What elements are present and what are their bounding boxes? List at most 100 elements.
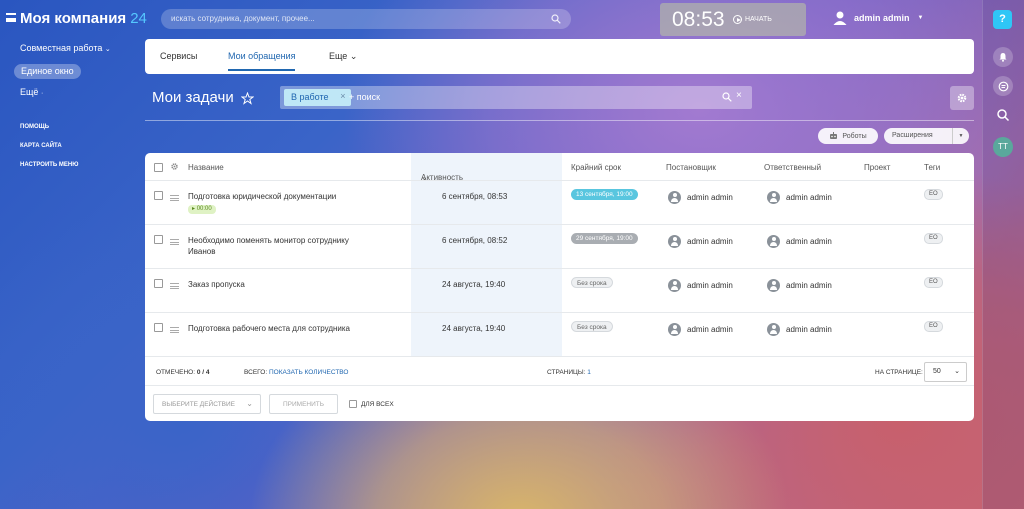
filter-chip-in-progress[interactable]: В работе × — [284, 89, 351, 106]
menu-item-label: Ещё — [20, 87, 39, 97]
row-checkbox[interactable] — [154, 279, 163, 288]
drag-handle-icon[interactable] — [170, 327, 179, 333]
drag-handle-icon[interactable] — [170, 239, 179, 245]
link-configure-menu[interactable]: НАСТРОИТЬ МЕНЮ — [20, 162, 78, 168]
tab-services[interactable]: Сервисы — [160, 51, 197, 61]
menu-item-collaboration[interactable]: Совместная работа ⌄ — [20, 43, 111, 53]
deadline-badge[interactable]: Без срока — [571, 321, 613, 332]
user-name: admin admin — [854, 13, 910, 23]
task-title-link[interactable]: Заказ пропуска — [188, 279, 363, 290]
show-count-link[interactable]: ПОКАЗАТЬ КОЛИЧЕСТВО — [269, 369, 349, 376]
apply-button[interactable]: ПРИМЕНИТЬ — [269, 394, 338, 414]
task-title-link[interactable]: Подготовка юридической документации — [188, 191, 363, 202]
close-icon[interactable]: × — [340, 91, 345, 101]
user-menu[interactable]: admin admin ▼ — [832, 10, 923, 26]
deadline-badge[interactable]: Без срока — [571, 277, 613, 288]
drag-handle-icon[interactable] — [170, 283, 179, 289]
user-icon — [668, 191, 681, 204]
select-all-checkbox[interactable] — [154, 163, 163, 172]
global-search-input[interactable]: искать сотрудника, документ, прочее... — [161, 9, 571, 29]
star-icon[interactable] — [241, 92, 254, 105]
select-action-label: ВЫБЕРИТЕ ДЕЙСТВИЕ — [162, 401, 236, 408]
tag-badge[interactable]: ЕО — [924, 277, 943, 288]
creator[interactable]: admin admin — [668, 323, 733, 336]
deadline-badge[interactable]: 29 сентября, 19:00 — [571, 233, 638, 244]
creator[interactable]: admin admin — [668, 235, 733, 248]
start-label: НАЧАТЬ — [745, 16, 772, 23]
menu-item-single-window[interactable]: Единое окно — [14, 64, 81, 79]
column-header-project[interactable]: Проект — [864, 163, 890, 172]
chevron-down-icon[interactable]: ▼ — [952, 128, 969, 144]
robots-label: Роботы — [842, 132, 867, 140]
row-checkbox[interactable] — [154, 191, 163, 200]
tag-badge[interactable]: ЕО — [924, 233, 943, 244]
for-all-checkbox[interactable] — [349, 400, 357, 408]
per-page-select[interactable]: 50 ⌄ — [924, 362, 967, 382]
user-avatar[interactable]: ТТ — [993, 137, 1013, 157]
row-checkbox[interactable] — [154, 235, 163, 244]
for-all-label: ДЛЯ ВСЕХ — [361, 400, 394, 408]
task-title-link[interactable]: Необходимо поменять монитор сотруднику И… — [188, 235, 363, 257]
responsible[interactable]: admin admin — [767, 191, 832, 204]
drag-handle-icon[interactable] — [170, 195, 179, 201]
user-icon — [767, 191, 780, 204]
filter-search-bar[interactable]: В работе × + поиск × — [280, 86, 752, 109]
tab-my-requests[interactable]: Мои обращения — [228, 51, 296, 71]
tab-more[interactable]: Еще ⌄ — [329, 51, 357, 62]
per-page-value: 50 — [933, 368, 941, 375]
link-help[interactable]: ПОМОЩЬ — [20, 124, 49, 130]
help-button[interactable]: ? — [993, 10, 1012, 29]
table-row[interactable]: Необходимо поменять монитор сотруднику И… — [145, 225, 974, 269]
column-header-tags[interactable]: Теги — [924, 163, 940, 172]
creator[interactable]: admin admin — [668, 191, 733, 204]
bell-icon — [999, 53, 1007, 62]
logo[interactable]: Моя компания 24 — [20, 10, 147, 27]
worktime-widget[interactable]: 08:53 НАЧАТЬ — [660, 3, 806, 36]
robots-button[interactable]: Роботы — [818, 128, 878, 144]
column-header-responsible[interactable]: Ответственный — [764, 163, 821, 172]
column-header-deadline[interactable]: Крайний срок — [571, 163, 621, 172]
responsible[interactable]: admin admin — [767, 323, 832, 336]
for-all-checkbox-wrap[interactable]: ДЛЯ ВСЕХ — [349, 400, 394, 408]
timer-badge[interactable]: ▸ 00:00 — [188, 205, 216, 214]
clear-icon[interactable]: × — [736, 90, 742, 101]
tasks-grid: Название Активность ⌄ Крайний срок Поста… — [145, 153, 974, 421]
column-header-creator[interactable]: Постановщик — [666, 163, 716, 172]
chevron-down-icon: · — [40, 90, 44, 97]
notifications-button[interactable] — [993, 47, 1013, 67]
table-row[interactable]: Подготовка рабочего места для сотрудника… — [145, 313, 974, 357]
creator-name: admin admin — [687, 325, 733, 334]
task-title-link[interactable]: Подготовка рабочего места для сотрудника — [188, 323, 363, 334]
link-sitemap[interactable]: КАРТА САЙТА — [20, 143, 62, 149]
responsible-name: admin admin — [786, 193, 832, 202]
top-bar: Моя компания 24 искать сотрудника, докуме… — [0, 0, 982, 38]
extensions-button[interactable]: Расширения ▼ — [884, 128, 969, 144]
tag-badge[interactable]: ЕО — [924, 321, 943, 332]
column-header-name[interactable]: Название — [188, 163, 224, 172]
creator[interactable]: admin admin — [668, 279, 733, 292]
user-icon — [668, 235, 681, 248]
menu-icon[interactable] — [6, 13, 16, 22]
gear-icon[interactable] — [170, 162, 179, 171]
menu-item-more[interactable]: Ещё · — [20, 87, 43, 97]
page-link[interactable]: 1 — [587, 369, 591, 376]
select-action-dropdown[interactable]: ВЫБЕРИТЕ ДЕЙСТВИЕ ⌄ — [153, 394, 261, 414]
settings-button[interactable] — [950, 86, 974, 110]
row-checkbox[interactable] — [154, 323, 163, 332]
deadline-badge[interactable]: 13 сентября, 19:00 — [571, 189, 638, 200]
chevron-down-icon: ▼ — [917, 15, 924, 21]
table-row[interactable]: Подготовка юридической документации ▸ 00… — [145, 181, 974, 225]
filter-search-input[interactable]: + поиск — [349, 92, 380, 102]
search-icon[interactable] — [722, 92, 732, 102]
tag-badge[interactable]: ЕО — [924, 189, 943, 200]
responsible[interactable]: admin admin — [767, 279, 832, 292]
table-row[interactable]: Заказ пропуска 24 августа, 19:40 Без сро… — [145, 269, 974, 313]
timer-value: 00:00 — [196, 206, 212, 212]
start-workday-button[interactable]: НАЧАТЬ — [733, 15, 772, 24]
marked-value: 0 / 4 — [196, 369, 210, 376]
search-icon[interactable] — [996, 108, 1010, 122]
chat-button[interactable] — [993, 76, 1013, 96]
search-icon[interactable] — [551, 14, 561, 24]
robot-icon — [830, 132, 838, 139]
responsible[interactable]: admin admin — [767, 235, 832, 248]
